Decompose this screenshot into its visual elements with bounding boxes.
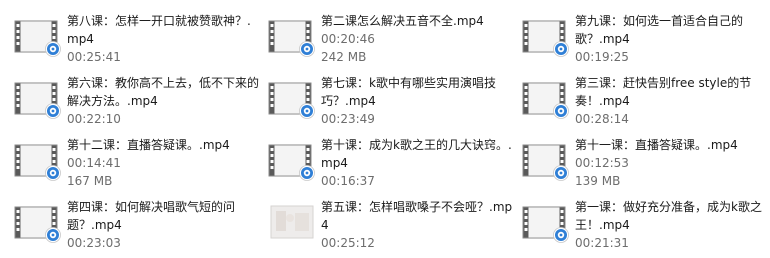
file-size: 139 MB [575,174,621,188]
file-duration: 00:16:37 [321,174,375,188]
file-name: 第七课：k歌中有哪些实用演唱技巧？.mp4 [321,76,496,108]
film-icon [268,74,316,122]
file-duration: 00:28:14 [575,112,629,126]
file-info: 第六课：教你高不上去，低不下来的解决方法。.mp4 00:22:10 [67,74,262,128]
file-name: 第二课怎么解决五音不全.mp4 [321,14,484,28]
film-icon [268,136,316,184]
file-info: 第十二课：直播答疑课。.mp4 00:14:41 167 MB [67,136,262,190]
file-duration: 00:22:10 [67,112,121,126]
file-duration: 00:19:25 [575,50,629,64]
film-icon [14,136,62,184]
file-item[interactable]: 第二课怎么解决五音不全.mp4 00:20:46 242 MB [268,12,516,72]
file-name: 第十课：成为k歌之王的几大诀窍。.mp4 [321,138,512,170]
file-item[interactable]: 第一课：做好充分准备，成为k歌之王！.mp4 00:21:31 [522,198,770,258]
file-duration: 00:12:53 [575,156,629,170]
film-icon [14,12,62,60]
file-item[interactable]: 第九课：如何选一首适合自己的歌？.mp4 00:19:25 [522,12,770,72]
file-info: 第十一课：直播答疑课。.mp4 00:12:53 139 MB [575,136,770,190]
file-item[interactable]: 第七课：k歌中有哪些实用演唱技巧？.mp4 00:23:49 [268,74,516,134]
file-item[interactable]: 第四课：如何解决唱歌气短的问题？.mp4 00:23:03 [14,198,262,258]
file-duration: 00:25:12 [321,236,375,250]
file-name: 第十一课：直播答疑课。.mp4 [575,138,738,152]
file-item[interactable]: 第六课：教你高不上去，低不下来的解决方法。.mp4 00:22:10 [14,74,262,134]
file-size: 242 MB [321,50,367,64]
file-info: 第十课：成为k歌之王的几大诀窍。.mp4 00:16:37 [321,136,516,190]
file-grid: 第八课：怎样一开口就被赞歌神？.mp4 00:25:41 第二课怎么解决五音不全… [0,0,770,258]
video-preview-thumbnail [268,198,316,246]
file-name: 第五课：怎样唱歌嗓子不会哑？.mp4 [321,200,513,232]
file-info: 第一课：做好充分准备，成为k歌之王！.mp4 00:21:31 [575,198,770,252]
file-item[interactable]: 第五课：怎样唱歌嗓子不会哑？.mp4 00:25:12 [268,198,516,258]
file-item[interactable]: 第十二课：直播答疑课。.mp4 00:14:41 167 MB [14,136,262,196]
file-info: 第七课：k歌中有哪些实用演唱技巧？.mp4 00:23:49 [321,74,516,128]
file-name: 第一课：做好充分准备，成为k歌之王！.mp4 [575,200,762,232]
file-name: 第四课：如何解决唱歌气短的问题？.mp4 [67,200,236,232]
file-info: 第八课：怎样一开口就被赞歌神？.mp4 00:25:41 [67,12,262,66]
file-duration: 00:14:41 [67,156,121,170]
file-item[interactable]: 第八课：怎样一开口就被赞歌神？.mp4 00:25:41 [14,12,262,72]
file-name: 第十二课：直播答疑课。.mp4 [67,138,230,152]
file-info: 第三课：赶快告别free style的节奏！.mp4 00:28:14 [575,74,770,128]
film-icon [522,74,570,122]
film-icon [268,12,316,60]
file-info: 第四课：如何解决唱歌气短的问题？.mp4 00:23:03 [67,198,262,252]
file-duration: 00:25:41 [67,50,121,64]
file-name: 第六课：教你高不上去，低不下来的解决方法。.mp4 [67,76,260,108]
file-name: 第三课：赶快告别free style的节奏！.mp4 [575,76,752,108]
file-size: 167 MB [67,174,113,188]
file-duration: 00:21:31 [575,236,629,250]
film-icon [14,74,62,122]
film-icon [14,198,62,246]
file-duration: 00:23:49 [321,112,375,126]
film-icon [522,136,570,184]
file-item[interactable]: 第三课：赶快告别free style的节奏！.mp4 00:28:14 [522,74,770,134]
file-info: 第九课：如何选一首适合自己的歌？.mp4 00:19:25 [575,12,770,66]
file-item[interactable]: 第十一课：直播答疑课。.mp4 00:12:53 139 MB [522,136,770,196]
file-name: 第九课：如何选一首适合自己的歌？.mp4 [575,14,744,46]
file-item[interactable]: 第十课：成为k歌之王的几大诀窍。.mp4 00:16:37 [268,136,516,196]
file-name: 第八课：怎样一开口就被赞歌神？.mp4 [67,14,251,46]
file-duration: 00:23:03 [67,236,121,250]
file-info: 第五课：怎样唱歌嗓子不会哑？.mp4 00:25:12 [321,198,516,252]
film-icon [522,198,570,246]
film-icon [522,12,570,60]
file-info: 第二课怎么解决五音不全.mp4 00:20:46 242 MB [321,12,516,66]
file-duration: 00:20:46 [321,32,375,46]
